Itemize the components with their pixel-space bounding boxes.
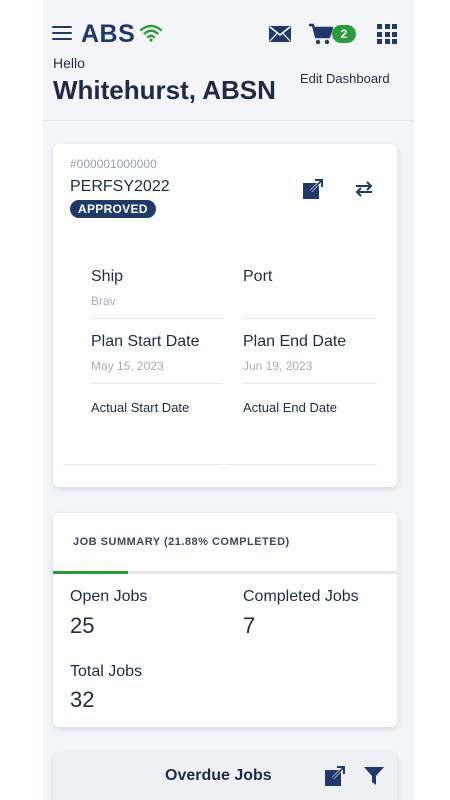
open-jobs-value: 25 — [70, 613, 95, 638]
filter-icon[interactable] — [364, 767, 384, 785]
project-card: #000001000000 PERFSY2022 APPROVED Ship B… — [53, 144, 397, 487]
project-id: #000001000000 — [70, 157, 157, 171]
open-external-icon[interactable] — [325, 766, 345, 786]
swap-icon[interactable] — [353, 180, 375, 198]
port-divider — [243, 318, 375, 319]
open-jobs-label: Open Jobs — [70, 588, 148, 605]
actual-start-divider — [63, 464, 223, 465]
port-label: Port — [243, 268, 273, 285]
user-name: Whitehurst, ABSN — [53, 75, 276, 105]
total-jobs-value: 32 — [70, 687, 95, 712]
actual-start-label: Actual Start Date — [91, 400, 190, 415]
ship-value: Brav — [91, 294, 116, 308]
completed-jobs-value: 7 — [243, 613, 256, 638]
greeting-text: Hello — [53, 55, 85, 71]
total-jobs-label: Total Jobs — [70, 663, 143, 680]
project-name: PERFSY2022 — [70, 178, 170, 195]
open-external-icon[interactable] — [303, 179, 323, 199]
overdue-jobs-title: Overdue Jobs — [165, 767, 272, 784]
apps-grid-icon[interactable] — [377, 24, 397, 44]
plan-end-divider — [243, 383, 377, 384]
overdue-jobs-card: Overdue Jobs — [53, 752, 397, 800]
actual-end-divider — [225, 464, 377, 465]
plan-start-value: May 15, 2023 — [91, 359, 164, 373]
cart-count-badge: 2 — [332, 25, 356, 43]
app-header: ABS 2 Hello Whitehurst, ABSN Edit Dashbo… — [43, 0, 414, 121]
actual-end-label: Actual End Date — [243, 400, 337, 415]
plan-end-value: Jun 19, 2023 — [243, 359, 313, 373]
edit-dashboard-link[interactable]: Edit Dashboard — [300, 71, 390, 86]
menu-icon[interactable] — [52, 26, 72, 42]
brand-logo: ABS — [81, 20, 136, 48]
plan-start-label: Plan Start Date — [91, 333, 200, 350]
job-progress-bar — [53, 571, 397, 574]
job-summary-heading: JOB SUMMARY (21.88% COMPLETED) — [73, 536, 290, 548]
mail-icon[interactable] — [269, 26, 291, 42]
ship-label: Ship — [91, 268, 124, 285]
job-progress-fill — [53, 571, 129, 574]
plan-end-label: Plan End Date — [243, 333, 347, 350]
job-summary-card: JOB SUMMARY (21.88% COMPLETED) Open Jobs… — [53, 513, 397, 727]
app-screen: ABS 2 Hello Whitehurst, ABSN Edit Dashbo… — [43, 0, 414, 800]
wifi-icon — [140, 24, 162, 42]
ship-divider — [91, 318, 223, 319]
status-badge: APPROVED — [70, 200, 156, 218]
completed-jobs-label: Completed Jobs — [243, 588, 359, 605]
plan-start-divider — [91, 383, 223, 384]
cart-icon[interactable] — [309, 23, 333, 45]
